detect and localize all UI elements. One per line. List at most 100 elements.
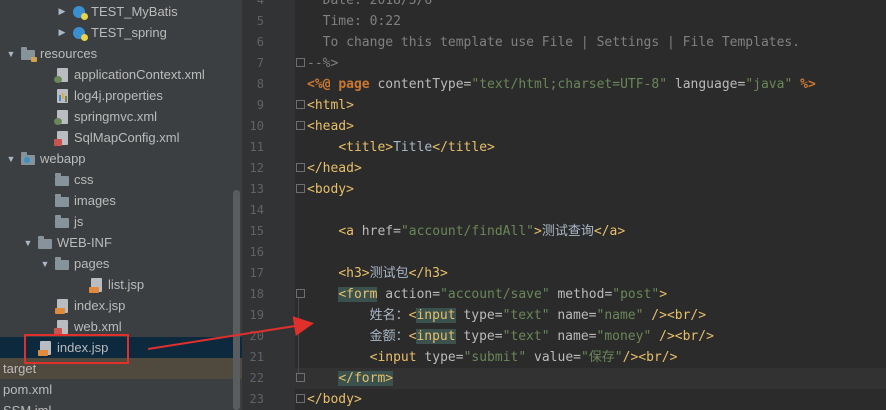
code-line[interactable]: Date: 2018/5/6: [307, 0, 433, 11]
folder-icon: [54, 172, 70, 188]
code-token: <%@: [307, 77, 339, 92]
tree-item[interactable]: images: [0, 190, 242, 211]
tree-item-label: springmvc.xml: [74, 109, 158, 124]
line-number: 8: [256, 77, 264, 91]
code-line[interactable]: <title>Title</title>: [307, 137, 495, 158]
code-token: </head>: [307, 161, 362, 176]
tree-item[interactable]: ▶ TEST_spring: [0, 22, 242, 43]
tree-item[interactable]: css: [0, 169, 242, 190]
code-token: >: [534, 224, 542, 239]
tree-item[interactable]: applicationContext.xml: [0, 64, 242, 85]
tree-item[interactable]: springmvc.xml: [0, 106, 242, 127]
code-token: method=: [549, 287, 613, 302]
fold-marker-head-end[interactable]: [296, 163, 305, 172]
line-number: 23: [249, 392, 264, 406]
expand-arrow-icon[interactable]: ▼: [6, 148, 16, 169]
web-folder-icon: [20, 151, 36, 167]
tree-item-label: applicationContext.xml: [74, 67, 205, 82]
code-line[interactable]: <html>: [307, 95, 354, 116]
collapse-arrow-icon[interactable]: ▶: [57, 1, 67, 22]
code-line[interactable]: 姓名：<input type="text" name="name" /><br/…: [307, 305, 706, 326]
code-token: 测试查询: [541, 224, 594, 239]
xml-icon: [53, 319, 70, 335]
fold-marker-body[interactable]: [296, 184, 305, 193]
expand-arrow-icon[interactable]: ▼: [40, 253, 50, 274]
code-token: <input: [369, 350, 425, 365]
code-line[interactable]: 金额：<input type="text" name="money" /><br…: [307, 326, 714, 347]
code-line[interactable]: <h3>测试包</h3>: [307, 263, 447, 284]
jsp-icon: [54, 298, 70, 314]
tree-item-label: SSM.iml: [3, 403, 51, 410]
code-line[interactable]: Time: 0:22: [307, 11, 401, 32]
code-line[interactable]: </form>: [307, 368, 394, 389]
expand-arrow-icon[interactable]: ▼: [23, 232, 33, 253]
tree-item-label: css: [74, 172, 94, 187]
fold-marker-comment-end[interactable]: [296, 58, 305, 67]
code-token: page: [338, 77, 378, 92]
code-token: type=: [455, 329, 503, 344]
tree-item[interactable]: ▶ TEST_MyBatis: [0, 1, 242, 22]
code-token: "text": [502, 329, 550, 344]
code-token: /><br/>: [643, 308, 707, 323]
code-token: href=: [361, 224, 401, 239]
code-token: name=: [549, 308, 597, 323]
code-line[interactable]: <body>: [307, 179, 354, 200]
tree-item[interactable]: ▼ webapp: [0, 148, 242, 169]
tree-item[interactable]: js: [0, 211, 242, 232]
code-line[interactable]: <a href="account/findAll">测试查询</a>: [307, 221, 625, 242]
tree-item-label: TEST_spring: [91, 25, 167, 40]
tree-item[interactable]: ▼ WEB-INF: [0, 232, 242, 253]
code-token: <form: [338, 287, 378, 302]
expand-arrow-icon[interactable]: ▼: [6, 43, 16, 64]
code-line[interactable]: </head>: [307, 158, 362, 179]
tree-item[interactable]: list.jsp: [0, 274, 242, 295]
properties-icon: [54, 88, 70, 104]
code-token: "post": [612, 287, 660, 302]
code-token: %>: [792, 77, 816, 92]
tree-item[interactable]: pom.xml: [0, 379, 242, 400]
code-token: "account/findAll": [400, 224, 534, 239]
code-line[interactable]: <%@ page contentType="text/html;charset=…: [307, 74, 816, 95]
annotation-highlight-box: [24, 334, 129, 364]
code-line[interactable]: <head>: [307, 116, 354, 137]
fold-marker-body-end[interactable]: [296, 394, 305, 403]
tree-item-label: list.jsp: [108, 277, 145, 292]
tree-item[interactable]: ▼ pages: [0, 253, 242, 274]
collapse-arrow-icon[interactable]: ▶: [57, 22, 67, 43]
code-token: 测试包: [369, 266, 409, 281]
code-line[interactable]: To change this template use File | Setti…: [307, 32, 800, 53]
code-token: </title>: [432, 140, 495, 155]
code-line[interactable]: </body>: [307, 389, 362, 410]
fold-marker-form-end[interactable]: [296, 373, 305, 382]
tree-item[interactable]: index.jsp: [0, 295, 242, 316]
fold-marker-head[interactable]: [296, 121, 305, 130]
code-token: action=: [377, 287, 441, 302]
code-token: type=: [455, 308, 503, 323]
code-token: <a: [338, 224, 362, 239]
line-number: 12: [249, 161, 264, 175]
fold-marker-html[interactable]: [296, 100, 305, 109]
code-token: "保存": [580, 350, 623, 365]
project-tree-scrollbar[interactable]: [233, 190, 240, 410]
tree-item[interactable]: log4j.properties: [0, 85, 242, 106]
tree-item[interactable]: ▼ resources: [0, 43, 242, 64]
code-line[interactable]: <form action="account/save" method="post…: [307, 284, 667, 305]
tree-item[interactable]: SSM.iml: [0, 400, 242, 410]
fold-marker-form[interactable]: [296, 289, 305, 298]
tree-item-label: webapp: [40, 151, 86, 166]
code-line[interactable]: <input type="submit" value="保存"/><br/>: [307, 347, 678, 368]
line-number: 22: [249, 371, 264, 385]
tree-item[interactable]: SqlMapConfig.xml: [0, 127, 242, 148]
code-token: "java": [745, 77, 793, 92]
line-number: 5: [256, 14, 264, 28]
code-token: 金额：: [307, 329, 409, 344]
code-line[interactable]: --%>: [307, 53, 338, 74]
code-token: Title: [393, 140, 433, 155]
